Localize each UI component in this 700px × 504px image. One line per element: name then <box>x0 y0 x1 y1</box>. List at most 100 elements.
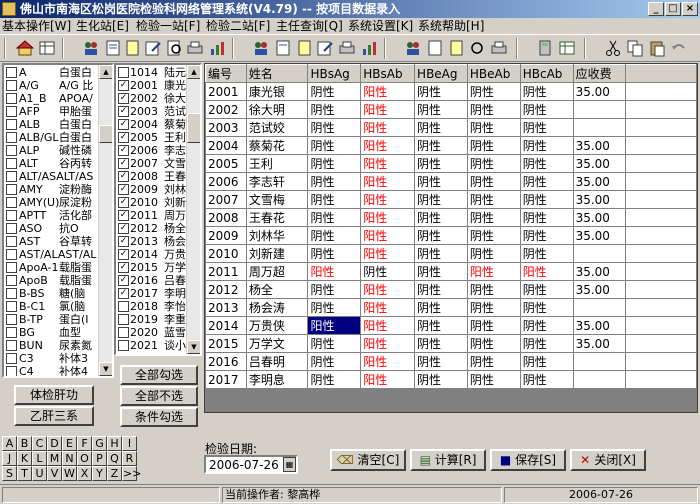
print-icon-2[interactable] <box>338 39 356 57</box>
checkbox[interactable] <box>6 210 17 221</box>
menu-basic-ops[interactable]: 基本操作[W] <box>2 18 71 34</box>
alphabet-button[interactable]: X <box>77 466 92 481</box>
scroll-down-icon[interactable]: ▼ <box>99 362 112 376</box>
table-cell[interactable]: 2009 <box>205 226 247 245</box>
checkbox[interactable] <box>6 353 17 364</box>
table-cell[interactable]: 李明息 <box>245 370 309 389</box>
table-cell[interactable]: 阴性 <box>519 298 574 317</box>
table-cell[interactable]: 2012 <box>205 280 247 299</box>
column-header[interactable]: 编号 <box>205 64 247 83</box>
users-icon[interactable] <box>82 39 100 57</box>
table-cell[interactable]: 35.00 <box>572 280 627 299</box>
cut-icon[interactable] <box>604 39 622 57</box>
table-cell[interactable]: 2014 <box>205 316 247 335</box>
table-cell[interactable]: 2013 <box>205 298 247 317</box>
table-cell[interactable]: 阳性 <box>519 262 574 281</box>
table-cell[interactable]: 阴性 <box>466 208 521 227</box>
table-cell[interactable]: 阴性 <box>307 190 362 209</box>
table-cell[interactable]: 万学文 <box>245 334 309 353</box>
menu-system-help[interactable]: 系统帮助[H] <box>418 18 484 34</box>
table-cell[interactable]: 2002 <box>205 100 247 119</box>
checkbox[interactable]: ✓ <box>118 197 129 208</box>
alphabet-button[interactable]: I <box>122 436 137 451</box>
alphabet-button[interactable]: E <box>62 436 77 451</box>
alphabet-button[interactable]: W <box>62 466 77 481</box>
table-cell[interactable]: 阳性 <box>466 262 521 281</box>
table-cell[interactable]: 阴性 <box>466 118 521 137</box>
table-row[interactable]: 2007 文雪梅 阴性 阳性 阴性 阴性 阴性 35.00 <box>205 190 697 209</box>
table-cell[interactable]: 2007 <box>205 190 247 209</box>
table-row[interactable]: 2017 李明息 阴性 阳性 阴性 阴性 阴性 <box>205 370 697 389</box>
table-cell[interactable]: 阴性 <box>414 118 468 137</box>
table-cell[interactable]: 2010 <box>205 244 247 263</box>
checkbox[interactable] <box>6 288 17 299</box>
table-cell[interactable]: 2011 <box>205 262 247 281</box>
checkbox[interactable]: ✓ <box>118 223 129 234</box>
table-cell[interactable]: 阳性 <box>360 190 416 209</box>
table-cell[interactable]: 阴性 <box>307 208 362 227</box>
menu-lab-station-1[interactable]: 检验一站[F] <box>136 18 200 34</box>
table-cell[interactable] <box>572 298 627 317</box>
table-cell[interactable]: 王春花 <box>245 208 309 227</box>
table-cell[interactable]: 阴性 <box>307 154 362 173</box>
checkbox[interactable]: ✓ <box>118 262 129 273</box>
checkbox[interactable] <box>118 67 129 78</box>
table-cell[interactable]: 阴性 <box>360 262 416 281</box>
table-cell[interactable]: 阳性 <box>307 316 362 335</box>
checkbox[interactable] <box>6 158 17 169</box>
table-cell[interactable]: 阳性 <box>360 298 416 317</box>
table-cell[interactable]: 阴性 <box>414 370 468 389</box>
date-field[interactable]: 2006-07-26 ▦ <box>204 455 298 474</box>
samples-scrollbar[interactable]: ▲ ▼ <box>186 65 200 354</box>
table-cell[interactable]: 阳性 <box>360 334 416 353</box>
table-cell[interactable]: 阴性 <box>307 352 362 371</box>
table-row[interactable]: 2001 康光银 阴性 阳性 阴性 阴性 阴性 35.00 <box>205 82 697 101</box>
table-row[interactable]: 2012 杨全 阴性 阳性 阴性 阴性 阴性 35.00 <box>205 280 697 299</box>
table-cell[interactable]: 35.00 <box>572 262 627 281</box>
checkbox[interactable] <box>118 301 129 312</box>
table-cell[interactable]: 2015 <box>205 334 247 353</box>
alphabet-button[interactable]: Y <box>92 466 107 481</box>
spreadsheet-icon[interactable] <box>558 39 576 57</box>
items-list[interactable]: A 白蛋白 A/G A/G 比 A1_B APOA/AFP 甲胎蛋 ALB 白蛋白 ALB/GL 白… <box>2 63 114 378</box>
form-icon[interactable] <box>104 39 122 57</box>
checkbox[interactable] <box>6 314 17 325</box>
undo-icon[interactable] <box>670 39 688 57</box>
table-cell[interactable]: 阴性 <box>466 100 521 119</box>
alphabet-button[interactable]: L <box>32 451 47 466</box>
table-cell[interactable]: 阴性 <box>466 82 521 101</box>
print-icon[interactable] <box>186 39 204 57</box>
table-cell[interactable]: 阴性 <box>414 136 468 155</box>
checkbox[interactable] <box>6 145 17 156</box>
table-cell[interactable]: 2005 <box>205 154 247 173</box>
preview-icon[interactable] <box>166 39 184 57</box>
table-cell[interactable]: 阴性 <box>307 118 362 137</box>
table-cell[interactable]: 阳性 <box>360 280 416 299</box>
edit-icon-2[interactable] <box>316 39 334 57</box>
close-window-button[interactable]: × <box>682 2 698 16</box>
table-cell[interactable]: 阴性 <box>519 352 574 371</box>
deselect-all-button[interactable]: 全部不选 <box>120 386 198 406</box>
checkbox[interactable]: ✓ <box>118 119 129 130</box>
checkbox[interactable] <box>6 327 17 338</box>
column-header[interactable]: HBsAb <box>360 64 416 83</box>
table-cell[interactable]: 2004 <box>205 136 247 155</box>
samples-list[interactable]: 1014 陆元 ✓ 2001 康光 ✓ 2002 徐大 ✓ 2003 范试 ✓ 2004 蔡菊 ✓ 2005 王… <box>114 63 202 356</box>
table-cell[interactable]: 阴性 <box>519 100 574 119</box>
table-cell[interactable]: 阴性 <box>414 190 468 209</box>
table-cell[interactable]: 2008 <box>205 208 247 227</box>
paste-icon[interactable] <box>648 39 666 57</box>
table-cell[interactable]: 阳性 <box>360 244 416 263</box>
table-cell[interactable]: 阴性 <box>519 280 574 299</box>
close-button[interactable]: ✕ 关闭[X] <box>570 449 646 471</box>
table-cell[interactable]: 康光银 <box>245 82 309 101</box>
checkbox[interactable]: ✓ <box>118 93 129 104</box>
checkbox[interactable] <box>6 340 17 351</box>
checkbox[interactable] <box>6 197 17 208</box>
table-cell[interactable]: 阴性 <box>519 334 574 353</box>
chart-icon-2[interactable] <box>360 39 378 57</box>
note-icon-3[interactable] <box>448 39 466 57</box>
items-scrollbar[interactable]: ▲ ▼ <box>98 65 112 376</box>
menu-lab-station-2[interactable]: 检验二站[F] <box>206 18 270 34</box>
table-cell[interactable]: 阴性 <box>519 316 574 335</box>
